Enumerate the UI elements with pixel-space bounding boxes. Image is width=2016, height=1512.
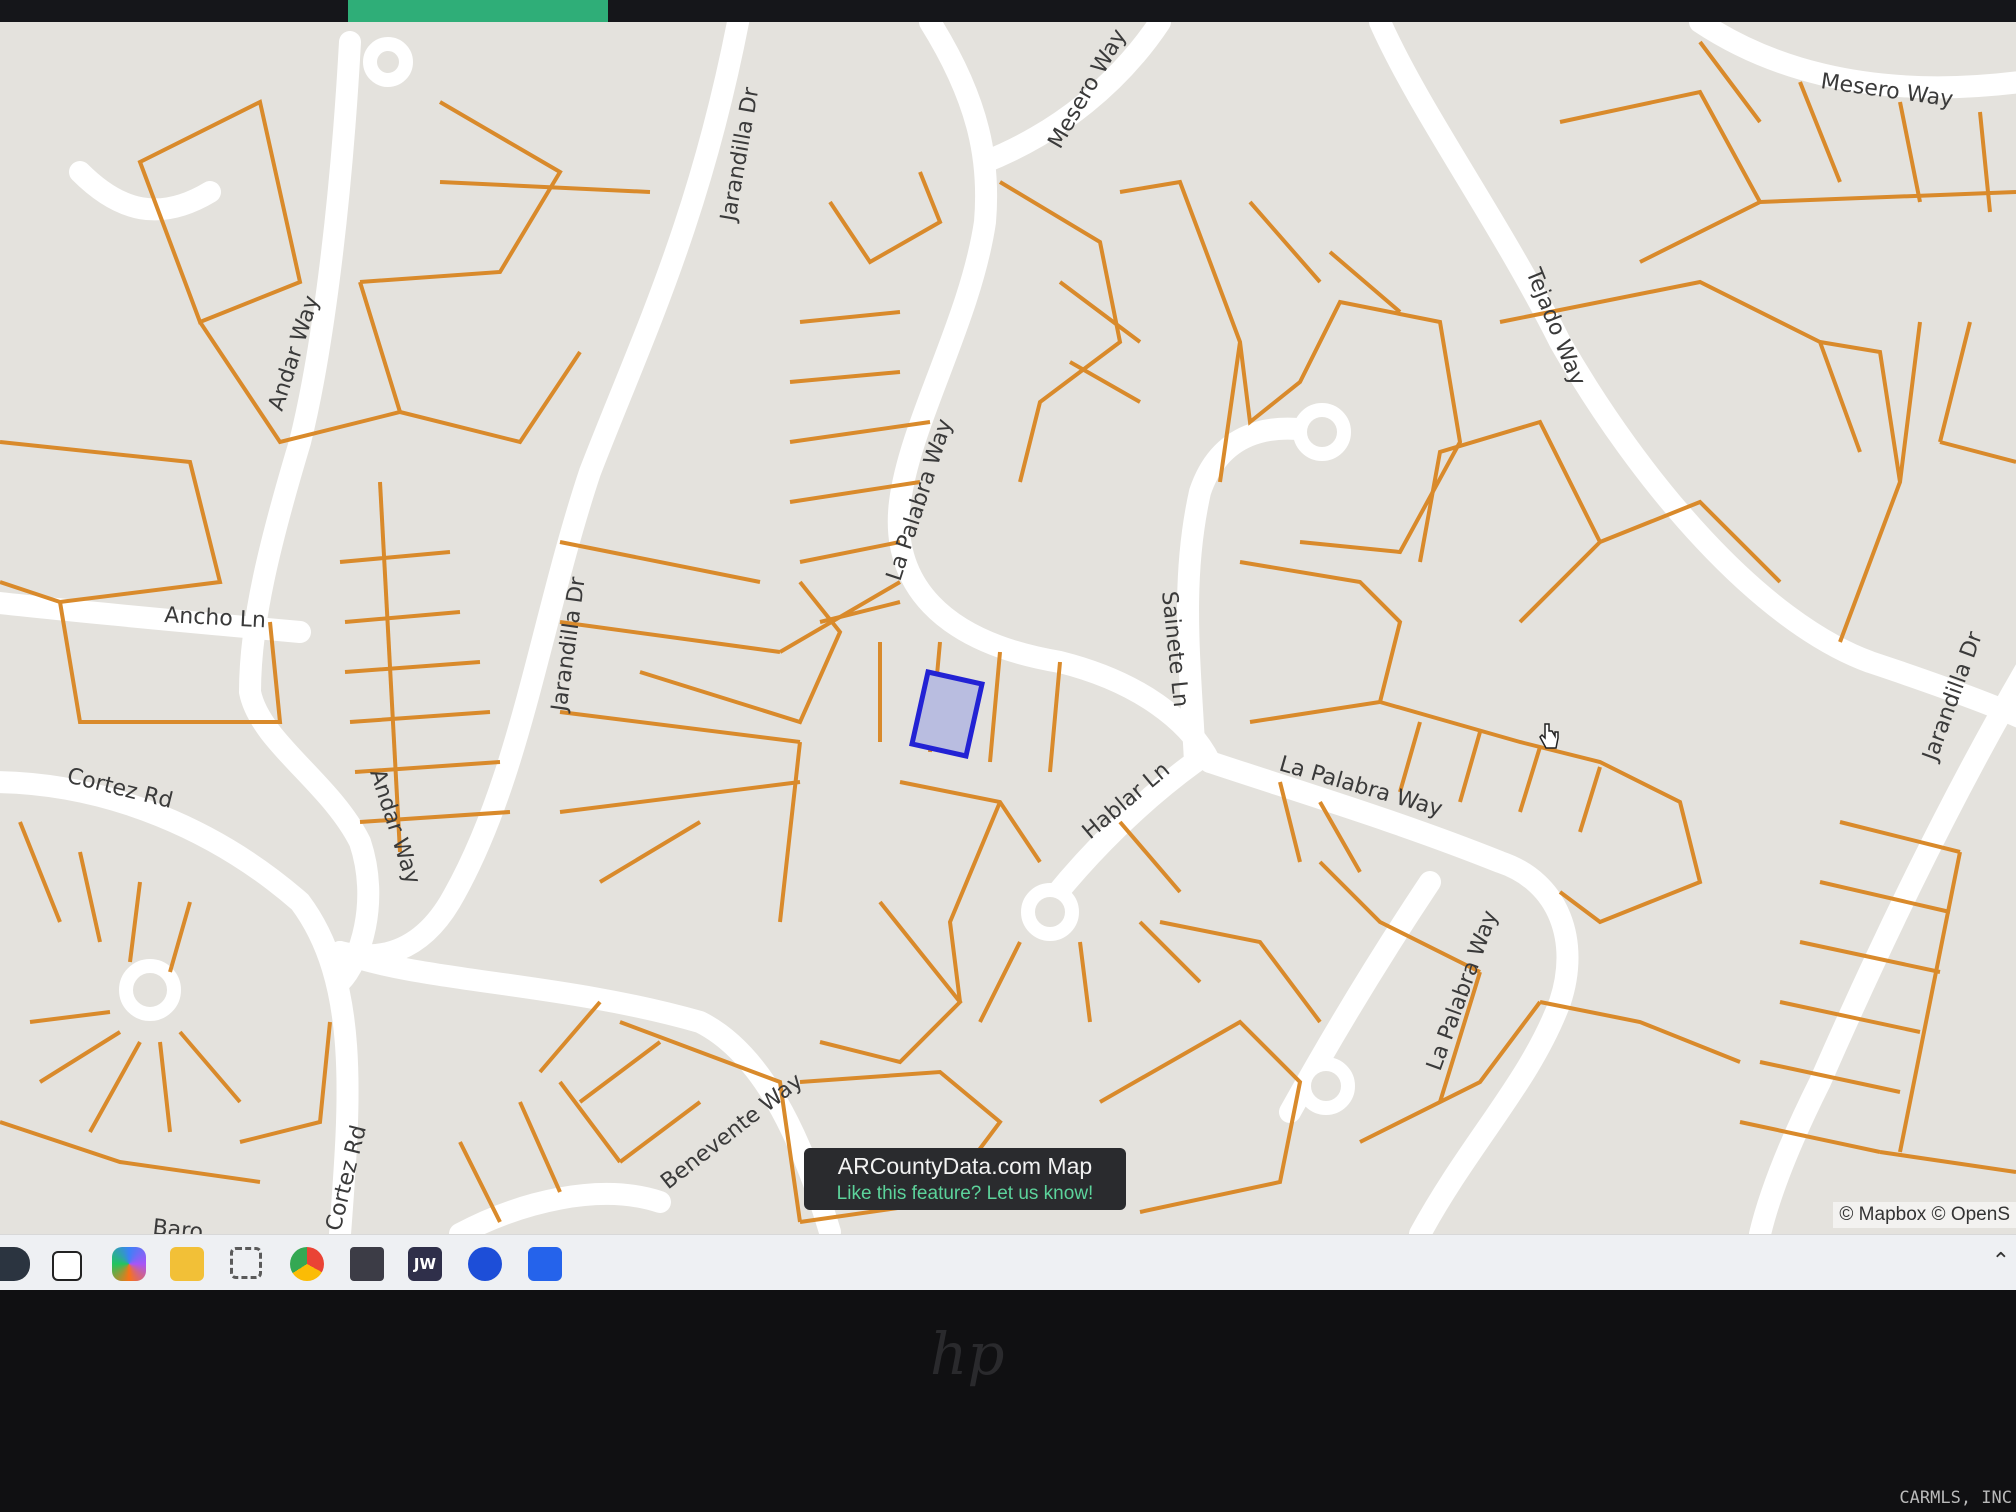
file-explorer-icon[interactable] — [170, 1247, 204, 1281]
street-label: Ancho Ln — [164, 603, 267, 633]
hp-logo: hp — [930, 1320, 1005, 1388]
watermark: CARMLS, INC — [1899, 1488, 2012, 1508]
map-attribution[interactable]: © Mapbox © OpenS — [1833, 1202, 2016, 1228]
jw-icon[interactable]: JW — [408, 1247, 442, 1281]
start-icon[interactable] — [0, 1247, 30, 1281]
feedback-link[interactable]: Like this feature? Let us know! — [804, 1180, 1126, 1205]
tooltip-title: ARCountyData.com Map — [837, 1153, 1093, 1179]
files-icon[interactable] — [52, 1251, 82, 1281]
snipping-tool-icon[interactable] — [230, 1247, 262, 1279]
printer-icon[interactable] — [350, 1247, 384, 1281]
chrome-icon[interactable] — [290, 1247, 324, 1281]
malwarebytes-icon[interactable] — [468, 1247, 502, 1281]
jw-label: JW — [413, 1255, 437, 1273]
taskbar: JW ⌃ — [0, 1234, 2016, 1291]
copilot-icon[interactable] — [112, 1247, 146, 1281]
map-tooltip: ARCountyData.com Map Like this feature? … — [804, 1148, 1126, 1210]
tray-chevron-icon[interactable]: ⌃ — [1992, 1249, 2010, 1274]
map-viewport[interactable]: Jarandilla Dr Mesero Way Mesero Way Anda… — [0, 22, 2016, 1234]
browser-tab-sliver[interactable] — [348, 0, 608, 22]
parcel-map[interactable]: Jarandilla Dr Mesero Way Mesero Way Anda… — [0, 22, 2016, 1234]
calculator-icon[interactable] — [528, 1247, 562, 1281]
laptop-bezel-bottom — [0, 1290, 2016, 1512]
hand-cursor-icon — [1539, 723, 1559, 749]
